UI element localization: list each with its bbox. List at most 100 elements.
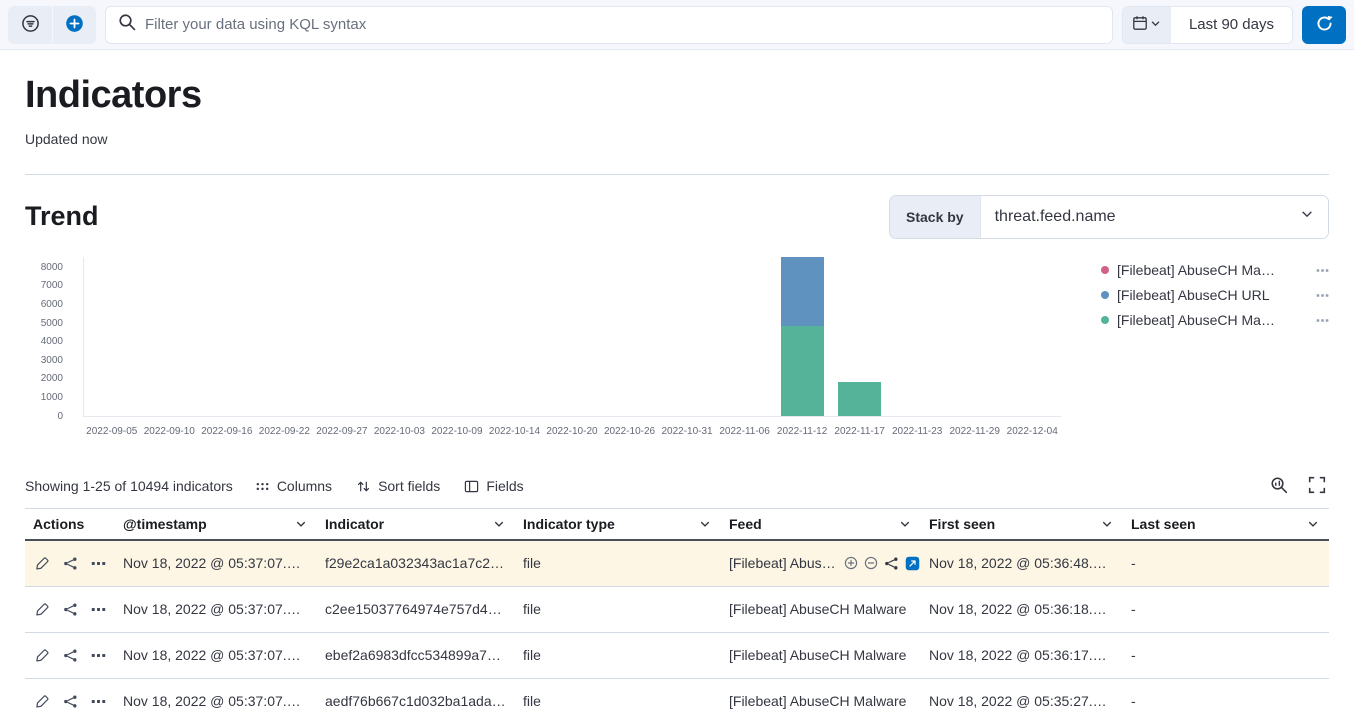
inspect-icon: [1270, 476, 1288, 497]
stack-by-control: Stack by threat.feed.name: [889, 195, 1329, 239]
filter-out-icon[interactable]: [864, 556, 878, 570]
view-details-icon[interactable]: [35, 602, 50, 617]
chevron-down-icon[interactable]: [699, 518, 711, 530]
inspect-button[interactable]: [1267, 473, 1291, 500]
add-filter-button[interactable]: [52, 6, 96, 44]
columns-button[interactable]: Columns: [255, 478, 332, 494]
x-axis-tick-label: 2022-09-22: [259, 426, 310, 437]
first-seen-cell: Nov 18, 2022 @ 05:36:48.…: [921, 555, 1123, 571]
investigate-in-timeline-icon[interactable]: [63, 648, 78, 663]
fullscreen-icon: [1308, 476, 1326, 497]
first-seen-cell: Nov 18, 2022 @ 05:36:17.…: [921, 647, 1123, 663]
chevron-down-icon[interactable]: [1307, 518, 1319, 530]
x-axis-tick-label: 2022-10-03: [374, 426, 425, 437]
more-actions-icon[interactable]: [91, 648, 106, 663]
column-header-indicator-type[interactable]: Indicator type: [515, 509, 721, 539]
investigate-in-timeline-icon[interactable]: [63, 602, 78, 617]
fields-icon: [464, 479, 479, 494]
timestamp-cell: Nov 18, 2022 @ 05:37:07.…: [115, 555, 317, 571]
calendar-icon: [1132, 15, 1148, 34]
column-header-label: Indicator: [325, 516, 384, 532]
table-body: Nov 18, 2022 @ 05:37:07.…f29e2ca1a032343…: [25, 541, 1329, 721]
query-button-group: [8, 6, 96, 44]
last-seen-cell: -: [1123, 647, 1329, 663]
column-header-timestamp[interactable]: @timestamp: [115, 509, 317, 539]
trend-chart-plot: [83, 257, 1061, 417]
chevron-down-icon[interactable]: [493, 518, 505, 530]
column-header-indicator[interactable]: Indicator: [317, 509, 515, 539]
chevron-down-icon[interactable]: [295, 518, 307, 530]
stack-by-label: Stack by: [890, 196, 981, 238]
legend-item-label: [Filebeat] AbuseCH Ma…: [1117, 262, 1308, 278]
more-actions-icon[interactable]: [91, 556, 106, 571]
row-actions-cell: [25, 648, 115, 663]
column-header-label: @timestamp: [123, 516, 207, 532]
column-header-label: Indicator type: [523, 516, 615, 532]
y-axis-tick-label: 4000: [41, 337, 63, 347]
date-range-button[interactable]: Last 90 days: [1171, 7, 1292, 43]
indicators-page: Indicators Updated now Trend Stack by th…: [0, 50, 1354, 721]
table-row: Nov 18, 2022 @ 05:37:07.…c2ee15037764974…: [25, 587, 1329, 633]
filter-for-icon[interactable]: [844, 556, 858, 570]
indicator-cell: c2ee15037764974e757d4…: [317, 601, 515, 617]
fullscreen-button[interactable]: [1305, 473, 1329, 500]
chevron-down-icon[interactable]: [1101, 518, 1113, 530]
legend-item[interactable]: [Filebeat] AbuseCH Ma…: [1101, 258, 1329, 283]
legend-series-dot-icon: [1101, 291, 1109, 299]
row-actions-cell: [25, 602, 115, 617]
y-axis-tick-label: 2000: [41, 374, 63, 384]
view-details-icon[interactable]: [35, 694, 50, 709]
show-dates-button[interactable]: [1123, 7, 1171, 43]
page-title: Indicators: [25, 50, 1329, 118]
toolbar-button-label: Fields: [486, 478, 523, 494]
feed-value: [Filebeat] Abus…: [729, 555, 836, 571]
search-icon: [118, 13, 136, 36]
indicators-table: Actions @timestamp Indicator Indicator type…: [25, 508, 1329, 721]
y-axis-tick-label: 8000: [41, 263, 63, 273]
chevron-down-icon[interactable]: [899, 518, 911, 530]
timestamp-cell: Nov 18, 2022 @ 05:37:07.…: [115, 693, 317, 709]
first-seen-cell: Nov 18, 2022 @ 05:36:18.…: [921, 601, 1123, 617]
trend-chart: 010002000300040005000600070008000 2022-0…: [25, 257, 1061, 441]
feed-cell: [Filebeat] AbuseCH Malware: [721, 693, 921, 709]
indicator-cell: aedf76b667c1d032ba1ada…: [317, 693, 515, 709]
x-axis-tick-label: 2022-09-27: [316, 426, 367, 437]
legend-item[interactable]: [Filebeat] AbuseCH URL: [1101, 283, 1329, 308]
kql-search-input[interactable]: [145, 16, 1100, 33]
table-row: Nov 18, 2022 @ 05:37:07.…ebef2a6983dfcc5…: [25, 633, 1329, 679]
y-axis-tick-label: 5000: [41, 319, 63, 329]
x-axis-tick-label: 2022-12-04: [1007, 426, 1058, 437]
feed-cell: [Filebeat] AbuseCH Malware: [721, 647, 921, 663]
fields-button[interactable]: Fields: [464, 478, 523, 494]
column-header-actions: Actions: [25, 509, 115, 539]
legend-item-actions-icon[interactable]: [1316, 264, 1329, 277]
column-header-label: Feed: [729, 516, 762, 532]
add-to-timeline-icon[interactable]: [884, 556, 899, 571]
view-details-icon[interactable]: [35, 556, 50, 571]
more-actions-icon[interactable]: [91, 602, 106, 617]
refresh-query-button[interactable]: [1302, 6, 1346, 44]
trend-chart-x-axis: 2022-09-052022-09-102022-09-162022-09-22…: [83, 417, 1061, 441]
saved-query-menu-button[interactable]: [8, 6, 52, 44]
sort-fields-button[interactable]: Sort fields: [356, 478, 440, 494]
trend-header: Trend Stack by threat.feed.name: [25, 195, 1329, 239]
feed-value: [Filebeat] AbuseCH Malware: [729, 647, 906, 663]
legend-item-actions-icon[interactable]: [1316, 314, 1329, 327]
expand-cell-icon[interactable]: [905, 556, 920, 571]
stack-by-select[interactable]: threat.feed.name: [981, 196, 1328, 238]
timestamp-cell: Nov 18, 2022 @ 05:37:07.…: [115, 647, 317, 663]
column-header-first-seen[interactable]: First seen: [921, 509, 1123, 539]
investigate-in-timeline-icon[interactable]: [63, 556, 78, 571]
legend-item-actions-icon[interactable]: [1316, 289, 1329, 302]
column-header-feed[interactable]: Feed: [721, 509, 921, 539]
column-header-label: Actions: [33, 516, 84, 532]
y-axis-tick-label: 6000: [41, 300, 63, 310]
view-details-icon[interactable]: [35, 648, 50, 663]
legend-item[interactable]: [Filebeat] AbuseCH Ma…: [1101, 308, 1329, 333]
column-header-last-seen[interactable]: Last seen: [1123, 509, 1329, 539]
columns-icon: [255, 479, 270, 494]
feed-cell: [Filebeat] Abus…: [721, 555, 921, 571]
more-actions-icon[interactable]: [91, 694, 106, 709]
investigate-in-timeline-icon[interactable]: [63, 694, 78, 709]
y-axis-tick-label: 3000: [41, 356, 63, 366]
